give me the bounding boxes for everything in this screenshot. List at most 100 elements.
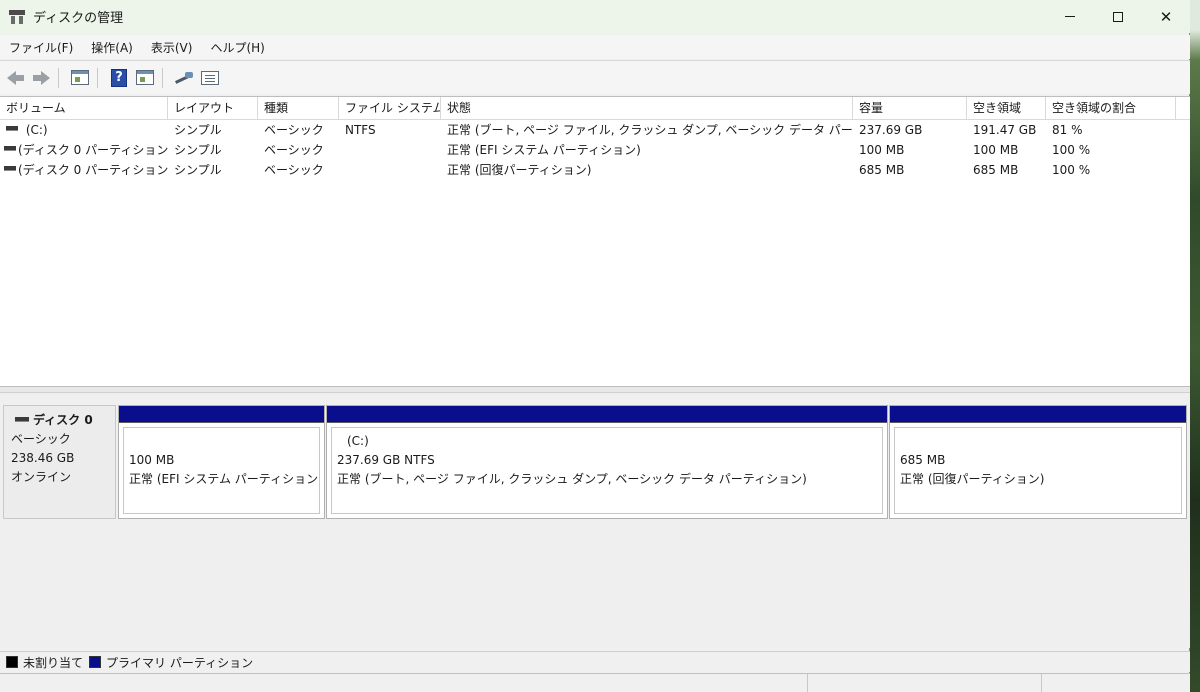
volume-list-header: ボリューム レイアウト 種類 ファイル システム 状態 容量 空き領域 空き領域… <box>0 97 1190 120</box>
disk-name: ディスク 0 <box>11 412 115 427</box>
partition-title: (C:) <box>347 434 369 448</box>
primary-partition-bar <box>327 406 887 423</box>
key-icon <box>175 71 193 84</box>
column-header-status[interactable]: 状態 <box>441 97 853 120</box>
cell-filesystem <box>339 160 441 180</box>
unallocated-swatch <box>6 656 18 668</box>
cell-layout: シンプル <box>174 123 222 137</box>
cell-free-percent: 81 % <box>1052 123 1083 137</box>
maximize-icon <box>1113 11 1123 22</box>
column-header-free-percent[interactable]: 空き領域の割合 <box>1046 97 1176 120</box>
partition-c-drive[interactable]: (C:) 237.69 GB NTFS 正常 (ブート, ページ ファイル, ク… <box>326 405 888 519</box>
disk-icon <box>15 417 29 422</box>
pane-splitter[interactable] <box>0 386 1190 393</box>
close-icon: ✕ <box>1159 7 1173 26</box>
forward-button[interactable] <box>30 67 52 89</box>
help-icon: ? <box>111 68 127 87</box>
menu-file[interactable]: ファイル(F) <box>0 39 82 56</box>
cell-volume: (ディスク 0 パーティション 4) <box>0 160 168 180</box>
column-header-layout[interactable]: レイアウト <box>168 97 258 120</box>
show-console-tree-button[interactable] <box>69 67 91 89</box>
connect-disk-button[interactable] <box>173 67 195 89</box>
volume-row[interactable]: (C:) シンプル ベーシック NTFS 正常 (ブート, ページ ファイル, … <box>0 120 1190 140</box>
cell-type: ベーシック <box>264 123 324 137</box>
back-button[interactable] <box>4 67 26 89</box>
menu-view[interactable]: 表示(V) <box>142 39 202 56</box>
volume-row[interactable]: (ディスク 0 パーティション 1) シンプル ベーシック 正常 (EFI シス… <box>0 140 1190 160</box>
partition-recovery[interactable]: 685 MB 正常 (回復パーティション) <box>889 405 1187 519</box>
disk-kind: ベーシック <box>11 432 71 446</box>
volume-name: (C:) <box>22 123 48 137</box>
menu-bar: ファイル(F) 操作(A) 表示(V) ヘルプ(H) <box>0 35 1190 59</box>
primary-partition-bar <box>890 406 1186 423</box>
window-title: ディスクの管理 <box>33 11 124 26</box>
action-pane-icon <box>136 70 154 85</box>
disk-map: ディスク 0 ベーシック 238.46 GB オンライン 100 MB 正常 (… <box>0 393 1190 648</box>
properties-icon <box>201 70 219 85</box>
cell-type: ベーシック <box>264 163 324 177</box>
status-segment <box>0 674 808 692</box>
disk-label[interactable]: ディスク 0 ベーシック 238.46 GB オンライン <box>3 405 116 519</box>
column-header-type[interactable]: 種類 <box>258 97 339 120</box>
cell-capacity: 237.69 GB <box>859 123 923 137</box>
partition-size: 100 MB <box>129 453 175 467</box>
cell-volume: (ディスク 0 パーティション 1) <box>0 140 168 160</box>
partition-size: 685 MB <box>900 453 946 467</box>
cell-free-space: 685 MB <box>973 163 1019 177</box>
cell-free-percent: 100 % <box>1052 163 1091 177</box>
cell-capacity: 685 MB <box>859 163 905 177</box>
disk-row: ディスク 0 ベーシック 238.46 GB オンライン 100 MB 正常 (… <box>0 405 1190 519</box>
show-action-pane-button[interactable] <box>134 67 156 89</box>
title-bar[interactable]: ディスクの管理 ✕ <box>0 0 1190 33</box>
partition-efi[interactable]: 100 MB 正常 (EFI システム パーティション) <box>118 405 325 519</box>
column-header-free-space[interactable]: 空き領域 <box>967 97 1046 120</box>
cell-status: 正常 (ブート, ページ ファイル, クラッシュ ダンプ, ベーシック データ … <box>447 123 853 137</box>
primary-partition-bar <box>119 406 324 423</box>
cell-layout: シンプル <box>174 143 222 157</box>
partition-title <box>129 432 319 451</box>
window-controls: ✕ <box>1046 0 1190 33</box>
legend-unallocated: 未割り当て <box>23 655 84 670</box>
disk-management-window: ディスクの管理 ✕ ファイル(F) 操作(A) 表示(V) ヘルプ(H) ? ボ… <box>0 0 1190 692</box>
cell-free-space: 100 MB <box>973 143 1019 157</box>
close-button[interactable]: ✕ <box>1142 0 1190 33</box>
volume-row[interactable]: (ディスク 0 パーティション 4) シンプル ベーシック 正常 (回復パーティ… <box>0 160 1190 180</box>
status-segment <box>808 674 1042 692</box>
column-header-volume[interactable]: ボリューム <box>0 97 168 120</box>
help-button[interactable]: ? <box>108 67 130 89</box>
primary-partition-swatch <box>89 656 102 668</box>
partition-status: 正常 (ブート, ページ ファイル, クラッシュ ダンプ, ベーシック データ … <box>337 472 807 486</box>
column-header-capacity[interactable]: 容量 <box>853 97 967 120</box>
desktop-background <box>1190 0 1200 692</box>
partition-title <box>900 432 1181 451</box>
forward-arrow-icon <box>32 70 50 85</box>
volume-name: (ディスク 0 パーティション 4) <box>18 163 168 177</box>
status-segment <box>1042 674 1190 692</box>
properties-button[interactable] <box>199 67 221 89</box>
maximize-button[interactable] <box>1094 0 1142 33</box>
menu-help[interactable]: ヘルプ(H) <box>201 39 273 56</box>
cell-filesystem: NTFS <box>345 123 376 137</box>
legend-primary-partition: プライマリ パーティション <box>106 655 254 670</box>
back-arrow-icon <box>6 70 24 85</box>
disk-state: オンライン <box>11 470 72 484</box>
cell-status: 正常 (EFI システム パーティション) <box>447 143 641 157</box>
legend: 未割り当て プライマリ パーティション <box>0 651 1190 672</box>
volume-name: (ディスク 0 パーティション 1) <box>18 143 168 157</box>
toolbar-separator <box>58 67 59 88</box>
volume-drive-icon <box>6 126 18 131</box>
cell-filesystem <box>339 140 441 160</box>
partition-body: (C:) 237.69 GB NTFS 正常 (ブート, ページ ファイル, ク… <box>331 427 883 514</box>
cell-layout: シンプル <box>174 163 222 177</box>
menu-action[interactable]: 操作(A) <box>82 39 142 56</box>
toolbar-separator <box>162 67 163 88</box>
cell-volume: (C:) <box>0 120 168 140</box>
disk-management-app-icon <box>9 9 25 24</box>
console-tree-icon <box>71 70 89 85</box>
partition-size: 237.69 GB NTFS <box>337 453 435 467</box>
column-header-filesystem[interactable]: ファイル システム <box>339 97 441 120</box>
minimize-button[interactable] <box>1046 0 1094 33</box>
disk-size: 238.46 GB <box>11 451 75 465</box>
partition-body: 100 MB 正常 (EFI システム パーティション) <box>123 427 320 514</box>
cell-free-percent: 100 % <box>1052 143 1091 157</box>
